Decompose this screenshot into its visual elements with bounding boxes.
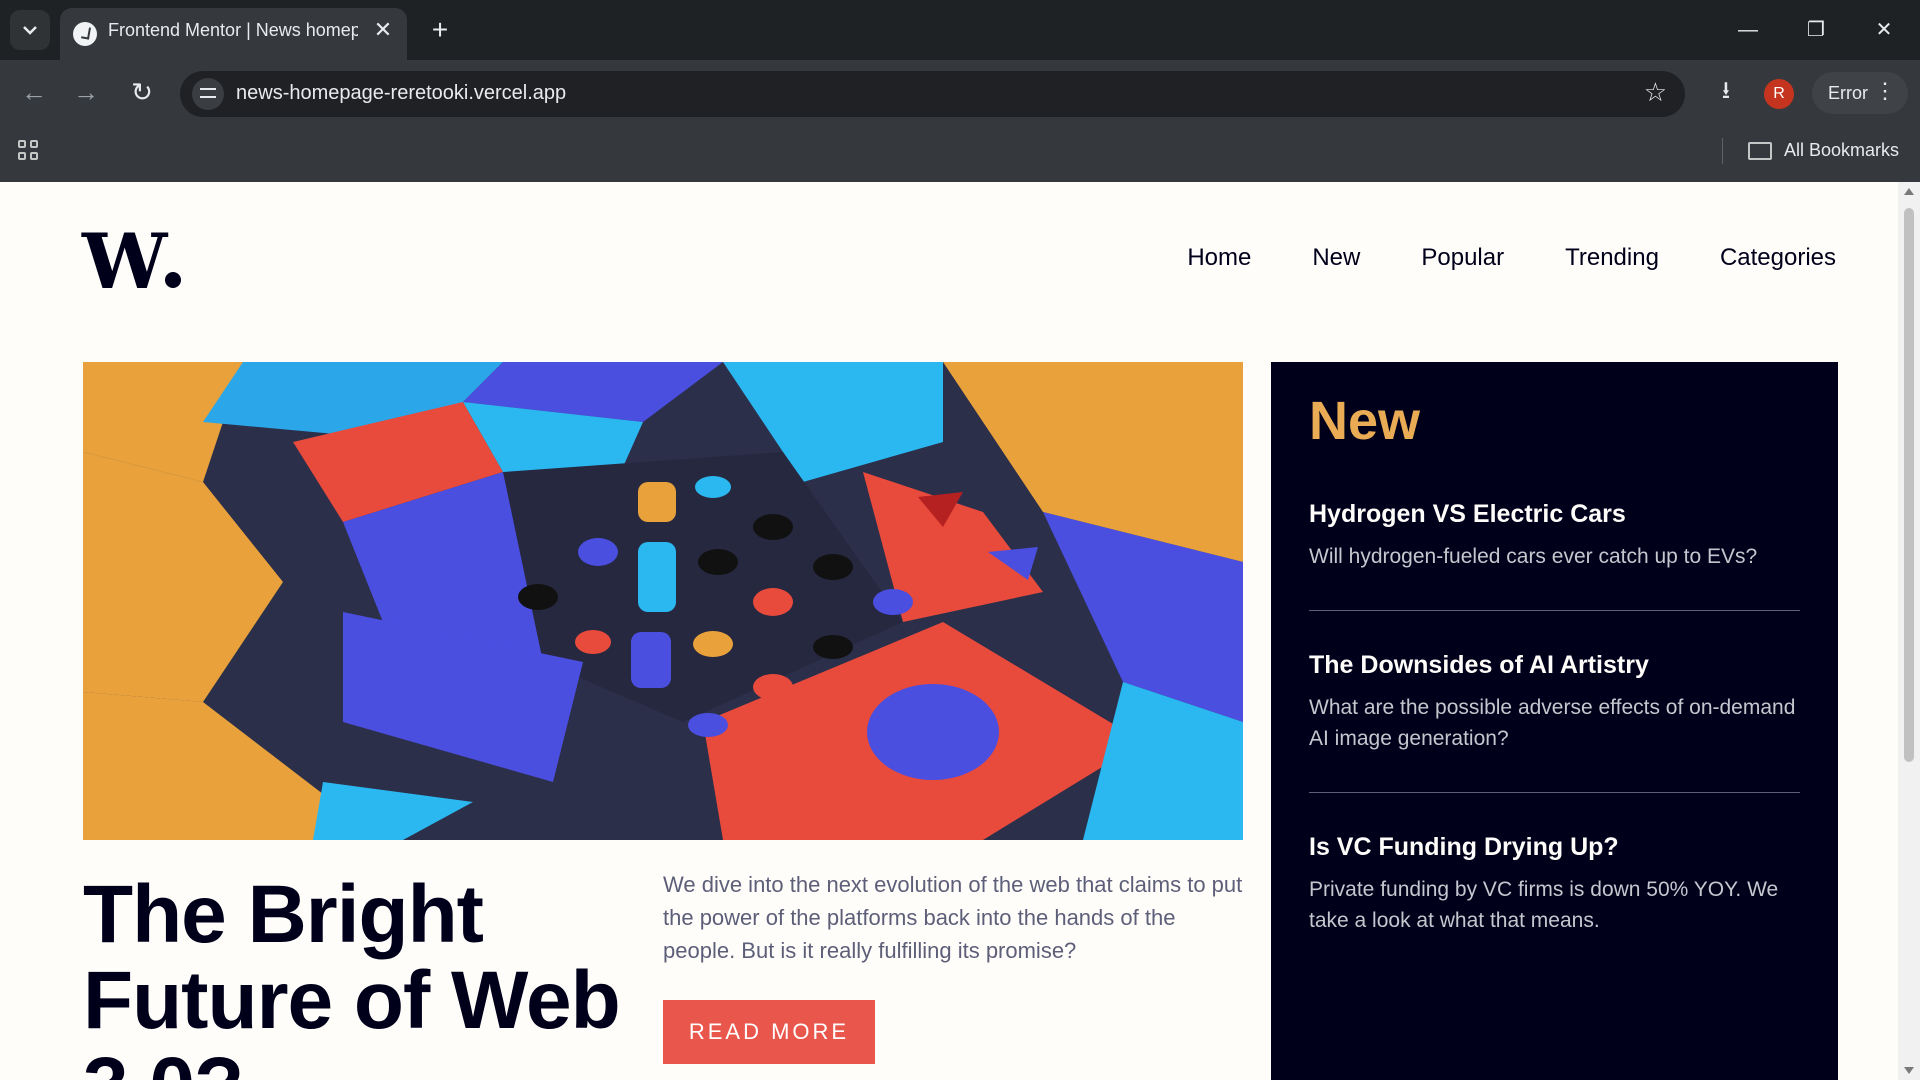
profile-avatar[interactable]: R: [1764, 79, 1794, 109]
download-icon[interactable]: ⭳: [1708, 73, 1744, 109]
apps-grid-icon[interactable]: [18, 140, 40, 162]
list-item[interactable]: Is VC Funding Drying Up? Private funding…: [1309, 833, 1800, 974]
browser-toolbar: ← → ↻ news-homepage-reretooki.vercel.app…: [0, 60, 1920, 120]
page-scrollbar[interactable]: [1898, 182, 1920, 1080]
close-tab-icon[interactable]: ✕: [369, 16, 397, 44]
new-item-title[interactable]: Hydrogen VS Electric Cars: [1309, 500, 1800, 529]
hero-headline: The Bright Future of Web 3.0?: [83, 869, 621, 1080]
back-button[interactable]: ←: [16, 74, 52, 110]
logo-letter: W: [82, 217, 167, 306]
new-item-description: What are the possible adverse effects of…: [1309, 696, 1796, 750]
forward-button[interactable]: →: [68, 74, 104, 110]
main-nav: Home New Popular Trending Categories: [1187, 244, 1836, 272]
hero-lede: We dive into the next evolution of the w…: [663, 872, 1243, 963]
read-more-button[interactable]: READ MORE: [663, 1000, 875, 1064]
nav-new[interactable]: New: [1312, 244, 1360, 272]
restore-button[interactable]: ❐: [1794, 12, 1838, 48]
bookmark-star-icon[interactable]: ☆: [1644, 77, 1667, 108]
favicon-icon: [73, 22, 97, 46]
new-section-title: New: [1309, 391, 1421, 451]
scroll-thumb[interactable]: [1904, 208, 1914, 762]
all-bookmarks-link[interactable]: All Bookmarks: [1784, 140, 1899, 161]
page-viewport: W Home New Popular Trending Categories T…: [0, 182, 1920, 1080]
scroll-up-icon[interactable]: [1904, 188, 1914, 195]
profile-error-label: Error: [1828, 83, 1868, 103]
new-tab-button[interactable]: +: [424, 12, 456, 48]
logo-dot: [165, 272, 182, 288]
url-text[interactable]: news-homepage-reretooki.vercel.app: [236, 82, 566, 105]
bookmarks-divider: [1722, 138, 1723, 164]
profile-error-button[interactable]: Error ⋮: [1812, 72, 1908, 114]
site-info-icon[interactable]: [192, 78, 224, 110]
address-bar[interactable]: news-homepage-reretooki.vercel.app ☆: [180, 71, 1685, 117]
browser-tab[interactable]: Frontend Mentor | News homepage ✕: [60, 8, 407, 60]
bookmarks-bar: All Bookmarks: [0, 120, 1920, 182]
reload-button[interactable]: ↻: [124, 74, 160, 110]
nav-trending[interactable]: Trending: [1565, 244, 1659, 272]
site-logo[interactable]: W: [82, 224, 182, 300]
list-item[interactable]: Hydrogen VS Electric Cars Will hydrogen-…: [1309, 500, 1800, 611]
new-item-title[interactable]: Is VC Funding Drying Up?: [1309, 833, 1800, 862]
new-item-description: Will hydrogen-fueled cars ever catch up …: [1309, 545, 1758, 568]
list-item[interactable]: The Downsides of AI Artistry What are th…: [1309, 651, 1800, 793]
tab-strip: Frontend Mentor | News homepage ✕ + — ❐ …: [0, 0, 1920, 60]
menu-kebab-icon[interactable]: ⋮: [1874, 78, 1896, 104]
tab-title: Frontend Mentor | News homepage: [108, 20, 358, 40]
close-window-button[interactable]: ✕: [1862, 12, 1906, 48]
folder-icon[interactable]: [1748, 142, 1772, 160]
hero-image: [83, 362, 1243, 840]
new-articles-panel: New Hydrogen VS Electric Cars Will hydro…: [1271, 362, 1838, 1080]
minimize-button[interactable]: —: [1726, 12, 1770, 48]
tab-search-button[interactable]: [10, 10, 50, 50]
new-item-description: Private funding by VC firms is down 50% …: [1309, 878, 1779, 932]
nav-home[interactable]: Home: [1187, 244, 1251, 272]
nav-popular[interactable]: Popular: [1421, 244, 1504, 272]
scroll-down-icon[interactable]: [1904, 1067, 1914, 1074]
new-item-title[interactable]: The Downsides of AI Artistry: [1309, 651, 1800, 680]
chevron-down-icon: [23, 26, 37, 35]
hero-illustration: [83, 362, 1243, 840]
nav-categories[interactable]: Categories: [1720, 244, 1836, 272]
